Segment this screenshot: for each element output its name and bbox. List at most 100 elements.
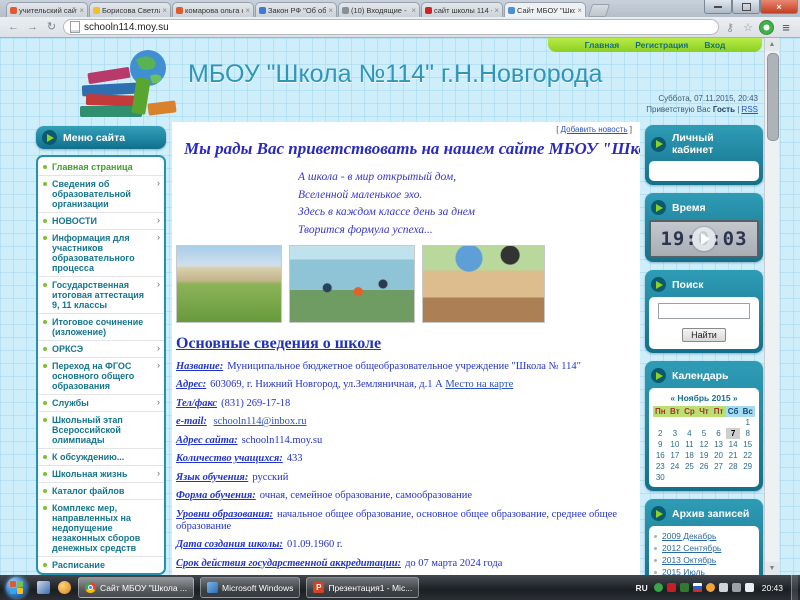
archive-link[interactable]: 2015 Июль: [662, 567, 705, 575]
sidebar-item[interactable]: Службы ›: [38, 395, 164, 412]
taskbar-button[interactable]: P Презентация1 - Mic...: [306, 577, 420, 598]
tray-icon-ru-flag[interactable]: [692, 583, 702, 592]
extension-icon[interactable]: [759, 19, 774, 35]
browser-tab[interactable]: Закон РФ "Об обр...×: [255, 2, 337, 17]
tray-icon-network[interactable]: [731, 583, 741, 592]
sidebar-item[interactable]: НОВОСТИ ›: [38, 213, 164, 230]
calendar-day[interactable]: 15: [740, 439, 755, 450]
sidebar-item[interactable]: Каталог файлов: [38, 483, 164, 500]
search-button[interactable]: Найти: [682, 328, 726, 342]
calendar-day[interactable]: 14: [726, 439, 741, 450]
calendar-day[interactable]: 1: [740, 417, 755, 428]
sidebar-item[interactable]: Переход на ФГОС основного общего образов…: [38, 358, 164, 395]
key-icon[interactable]: ⚷: [723, 21, 737, 34]
map-link[interactable]: Место на карте: [445, 379, 513, 390]
sidebar-item[interactable]: Школьная жизнь ›: [38, 466, 164, 483]
taskbar-clock[interactable]: 20:43: [762, 583, 783, 593]
calendar-month-nav[interactable]: « Ноябрь 2015 »: [653, 393, 755, 403]
url-text[interactable]: schooln114.moy.su: [84, 22, 169, 33]
reload-icon[interactable]: ↻: [44, 20, 59, 35]
topnav-link-1[interactable]: Регистрация: [635, 40, 688, 50]
add-news-link[interactable]: Добавить новость: [561, 125, 628, 134]
calendar-day[interactable]: 6: [711, 428, 726, 439]
start-button[interactable]: [6, 577, 27, 598]
quick-launch-icon-orange[interactable]: [58, 581, 71, 594]
archive-link[interactable]: 2013 Октябрь: [662, 555, 716, 565]
calendar-day[interactable]: 22: [740, 450, 755, 461]
calendar-day[interactable]: 12: [697, 439, 712, 450]
calendar-day[interactable]: 17: [668, 450, 683, 461]
sidebar-item[interactable]: Итоговое сочинение (изложение): [38, 314, 164, 341]
calendar-day[interactable]: 18: [682, 450, 697, 461]
tab-close-icon[interactable]: ×: [328, 6, 333, 14]
bookmark-star-icon[interactable]: ☆: [741, 21, 755, 34]
sidebar-item[interactable]: Главная страница: [38, 159, 164, 176]
browser-menu-icon[interactable]: ≡: [778, 20, 794, 35]
tray-icon-volume[interactable]: [718, 583, 728, 592]
tray-icon-antivirus[interactable]: [653, 583, 663, 592]
back-icon[interactable]: ←: [6, 20, 21, 35]
archive-link[interactable]: 2009 Декабрь: [662, 531, 716, 541]
tab-close-icon[interactable]: ×: [494, 6, 499, 14]
calendar-day[interactable]: 23: [653, 461, 668, 472]
taskbar-button[interactable]: Сайт МБОУ "Школа ...: [78, 577, 195, 598]
tab-close-icon[interactable]: ×: [79, 6, 84, 14]
sidebar-item[interactable]: ОРКСЭ ›: [38, 341, 164, 358]
calendar-day[interactable]: 26: [697, 461, 712, 472]
taskbar-button[interactable]: Microsoft Windows: [200, 577, 301, 598]
browser-tab[interactable]: комарова ольга с...×: [172, 2, 254, 17]
tab-close-icon[interactable]: ×: [162, 6, 167, 14]
calendar-day[interactable]: 2: [653, 428, 668, 439]
calendar-day[interactable]: 25: [682, 461, 697, 472]
calendar-day[interactable]: 16: [653, 450, 668, 461]
calendar-day[interactable]: 5: [697, 428, 712, 439]
tab-close-icon[interactable]: ×: [245, 6, 250, 14]
scrollbar-thumb[interactable]: [767, 53, 779, 141]
browser-tab[interactable]: сайт школы 114 - ×: [421, 2, 503, 17]
sidebar-item[interactable]: Расписание: [38, 557, 164, 573]
quick-launch-icon-blue[interactable]: [37, 581, 50, 594]
topnav-link-0[interactable]: Главная: [585, 40, 620, 50]
tray-icon-nvidia[interactable]: [679, 583, 689, 592]
play-icon[interactable]: [692, 227, 716, 251]
vertical-scrollbar[interactable]: ▲ ▼: [764, 38, 779, 575]
language-indicator[interactable]: RU: [635, 583, 647, 593]
tray-icon-adobe-reader[interactable]: [666, 583, 676, 592]
archive-link[interactable]: 2012 Сентябрь: [662, 543, 721, 553]
new-tab-button[interactable]: [587, 4, 611, 17]
scroll-down-icon[interactable]: ▼: [765, 562, 779, 575]
sidebar-item[interactable]: Комплекс мер, направленных на недопущени…: [38, 500, 164, 557]
sidebar-item[interactable]: Школьный этап Всероссийской олимпиады: [38, 412, 164, 449]
browser-tab[interactable]: учительский сайт ×: [6, 2, 88, 17]
sidebar-item[interactable]: Информация для участников образовательно…: [38, 230, 164, 277]
address-bar[interactable]: schooln114.moy.su: [63, 19, 719, 35]
tray-icon-action-flag[interactable]: [744, 583, 754, 592]
scroll-up-icon[interactable]: ▲: [765, 38, 779, 51]
browser-tab[interactable]: Сайт МБОУ "Шко...×: [504, 2, 586, 17]
calendar-day[interactable]: 10: [668, 439, 683, 450]
tab-close-icon[interactable]: ×: [411, 6, 416, 14]
sidebar-item[interactable]: Сведения об образовательной организации ›: [38, 176, 164, 213]
calendar-day[interactable]: 8: [740, 428, 755, 439]
calendar-day[interactable]: 3: [668, 428, 683, 439]
calendar-day[interactable]: 19: [697, 450, 712, 461]
tray-icon-messenger[interactable]: [705, 583, 715, 592]
search-input[interactable]: [658, 303, 750, 319]
calendar-day[interactable]: 4: [682, 428, 697, 439]
calendar-day[interactable]: 24: [668, 461, 683, 472]
close-button[interactable]: ×: [760, 0, 798, 14]
calendar-day[interactable]: 30: [653, 472, 668, 483]
calendar-day[interactable]: 13: [711, 439, 726, 450]
calendar-day[interactable]: 27: [711, 461, 726, 472]
browser-tab[interactable]: (10) Входящие - ... ×: [338, 2, 420, 17]
calendar-day[interactable]: 7: [725, 428, 741, 439]
calendar-day[interactable]: 21: [726, 450, 741, 461]
tab-close-icon[interactable]: ×: [577, 6, 582, 14]
show-desktop-button[interactable]: [791, 575, 798, 600]
forward-icon[interactable]: →: [25, 20, 40, 35]
sidebar-item[interactable]: Государственная итоговая аттестация 9, 1…: [38, 277, 164, 314]
email-link[interactable]: schooln114@inbox.ru: [214, 416, 307, 427]
calendar-day[interactable]: 11: [682, 439, 697, 450]
calendar-day[interactable]: 28: [726, 461, 741, 472]
calendar-day[interactable]: 9: [653, 439, 668, 450]
